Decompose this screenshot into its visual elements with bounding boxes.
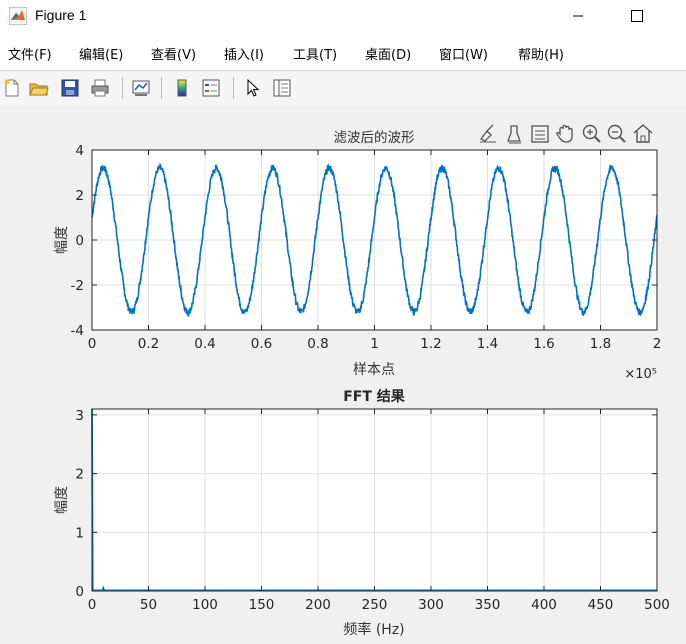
x-tick-label: 0.4 [194, 336, 215, 352]
minimize-icon[interactable] [563, 4, 593, 28]
save-icon[interactable] [60, 78, 80, 98]
title-bar: Figure 1 [0, 0, 686, 34]
zoom-out-icon[interactable] [607, 124, 626, 143]
brush-icon[interactable] [480, 124, 496, 143]
menu-tools[interactable]: 工具(T) [293, 44, 337, 63]
x-tick-label: 450 [588, 597, 614, 613]
menu-edit[interactable]: 编辑(E) [79, 44, 123, 63]
x-tick-label: 0.8 [307, 336, 328, 352]
x-tick-label: 0.6 [251, 336, 272, 352]
x-tick-label: 350 [475, 597, 501, 613]
axes-toolbar [480, 124, 653, 144]
window-title: Figure 1 [35, 7, 87, 23]
toolbar-separator [233, 77, 234, 99]
y-tick-labels: -4 -2 0 2 4 [71, 143, 84, 339]
data-tips-icon[interactable] [507, 125, 521, 144]
pan-icon[interactable] [556, 124, 573, 143]
new-figure-icon[interactable] [2, 78, 22, 98]
menu-view[interactable]: 查看(V) [151, 44, 196, 63]
chart-title: FFT 结果 [343, 388, 406, 405]
menu-insert[interactable]: 插入(I) [224, 44, 264, 63]
x-tick-label: 0 [88, 597, 97, 613]
x-tick-label: 1.8 [590, 336, 611, 352]
toolbar-separator [161, 77, 162, 99]
x-tick-labels: 0 50 100 150 200 250 300 350 400 450 500 [88, 597, 670, 613]
x-tick-label: 500 [644, 597, 670, 613]
x-tick-label: 1.2 [420, 336, 441, 352]
axes-fft-result[interactable]: 0 50 100 150 200 250 300 350 400 450 500 0 1 2 3 FFT … [54, 388, 670, 638]
y-tick-label: 3 [75, 408, 84, 424]
colorbar-icon[interactable] [172, 78, 192, 98]
x-tick-label: 400 [531, 597, 557, 613]
figure-svg: 0 0.2 0.4 0.6 0.8 1 1.2 1.4 1.6 1.8 2 -4 -2 0 2 4 滤波后的… [54, 124, 670, 638]
maximize-icon[interactable] [622, 4, 652, 28]
y-tick-label: 0 [75, 233, 84, 249]
pointer-icon[interactable] [243, 78, 263, 98]
rotate-icon[interactable] [531, 125, 549, 143]
x-axis-label: 频率 (Hz) [343, 621, 404, 638]
figure-canvas: 0 0.2 0.4 0.6 0.8 1 1.2 1.4 1.6 1.8 2 -4 -2 0 2 4 滤波后的… [0, 105, 686, 640]
x-tick-label: 2 [653, 336, 662, 352]
y-tick-label: 2 [75, 188, 84, 204]
x-tick-label: 0.2 [138, 336, 159, 352]
x-tick-label: 1.6 [533, 336, 554, 352]
x-exponent-label: ×10⁵ [624, 367, 657, 382]
x-tick-label: 200 [305, 597, 331, 613]
y-tick-label: -4 [71, 323, 84, 339]
menu-bar: 文件(F) 编辑(E) 查看(V) 插入(I) 工具(T) 桌面(D) 窗口(W… [0, 34, 686, 70]
x-tick-label: 250 [362, 597, 388, 613]
menu-help[interactable]: 帮助(H) [518, 44, 564, 63]
print-icon[interactable] [90, 78, 110, 98]
y-tick-label: 2 [75, 467, 84, 483]
x-tick-label: 1 [370, 336, 379, 352]
x-tick-label: 150 [249, 597, 275, 613]
y-tick-label: -2 [71, 278, 84, 294]
y-tick-label: 0 [75, 584, 84, 600]
x-tick-label: 50 [140, 597, 157, 613]
x-tick-labels: 0 0.2 0.4 0.6 0.8 1 1.2 1.4 1.6 1.8 2 [88, 336, 662, 352]
menu-desktop[interactable]: 桌面(D) [365, 44, 411, 63]
home-icon[interactable] [633, 124, 653, 143]
x-axis-label: 样本点 [353, 362, 395, 378]
y-tick-label: 4 [75, 143, 84, 159]
legend-icon[interactable] [201, 78, 221, 98]
menu-window[interactable]: 窗口(W) [439, 44, 488, 63]
axes-filtered-waveform[interactable]: 0 0.2 0.4 0.6 0.8 1 1.2 1.4 1.6 1.8 2 -4 -2 0 2 4 滤波后的… [54, 130, 661, 382]
y-axis-label: 幅度 [54, 486, 70, 514]
x-tick-label: 1.4 [477, 336, 498, 352]
property-inspector-icon[interactable] [272, 78, 292, 98]
link-plot-icon[interactable] [131, 78, 151, 98]
zoom-in-icon[interactable] [582, 124, 601, 143]
y-tick-label: 1 [75, 525, 84, 541]
y-axis-label: 幅度 [54, 226, 70, 254]
open-icon[interactable] [29, 78, 49, 98]
y-tick-labels: 0 1 2 3 [75, 408, 84, 600]
x-tick-label: 300 [418, 597, 444, 613]
chart-title: 滤波后的波形 [334, 130, 415, 146]
figure-toolbar [0, 70, 686, 106]
matlab-logo-icon [9, 7, 27, 25]
toolbar-separator [122, 77, 123, 99]
x-tick-label: 100 [192, 597, 218, 613]
menu-file[interactable]: 文件(F) [8, 44, 52, 63]
x-tick-label: 0 [88, 336, 97, 352]
